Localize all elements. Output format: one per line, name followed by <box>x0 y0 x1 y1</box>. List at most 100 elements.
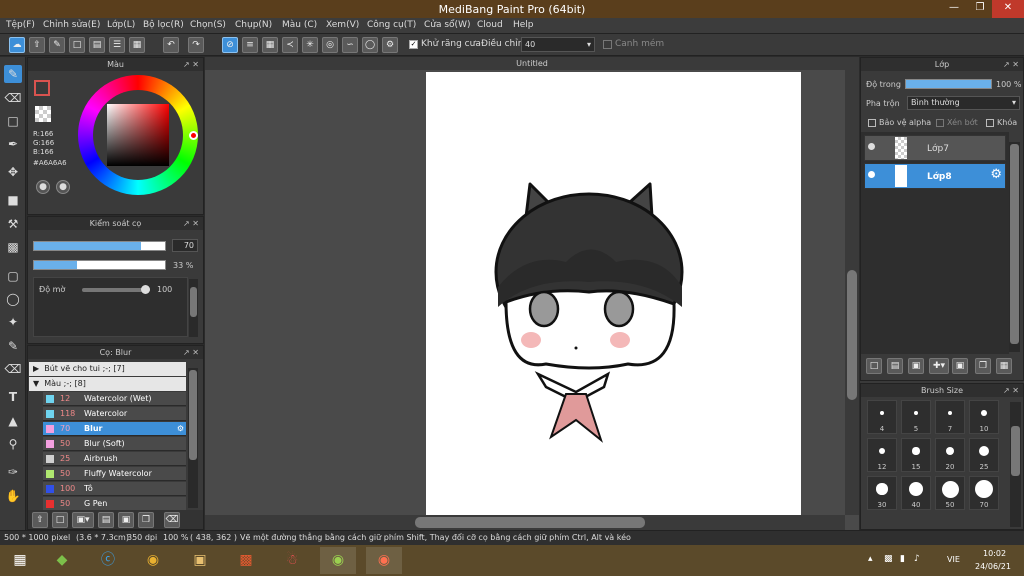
paint-app-icon[interactable]: ☃ <box>274 547 310 574</box>
scrollbar-thumb[interactable] <box>190 287 197 317</box>
brush-size-option[interactable]: 50 <box>935 476 965 510</box>
document-icon[interactable]: ▤ <box>89 37 105 53</box>
comment-icon[interactable]: □ <box>69 37 85 53</box>
brush-size-option[interactable]: 30 <box>867 476 897 510</box>
close-button[interactable]: ✕ <box>992 0 1024 18</box>
windows-start-icon[interactable]: ▦ <box>2 547 38 574</box>
move-tool-icon[interactable]: ✥ <box>4 163 22 181</box>
eye-icon[interactable] <box>868 143 875 150</box>
brush-size-option[interactable]: 25 <box>969 438 999 472</box>
office-icon[interactable]: ▩ <box>228 547 264 574</box>
brush-control-scrollbar[interactable] <box>189 279 198 337</box>
settings-icon[interactable]: ⚙ <box>382 37 398 53</box>
new-layer-icon[interactable]: □ <box>866 358 882 374</box>
circle-snap-icon[interactable]: ◯ <box>362 37 378 53</box>
brush-group[interactable]: ▼ Màu ;-; [8] <box>29 377 186 391</box>
menu-view[interactable]: Xem(V) <box>326 20 359 30</box>
brush-group[interactable]: ▶ Bút vẽ cho tui ;-; [7] <box>29 362 186 376</box>
list-icon[interactable]: ☰ <box>109 37 125 53</box>
blend-select[interactable]: Bình thường ▾ <box>907 96 1020 110</box>
antialias-checkbox[interactable]: ✓ <box>409 40 418 49</box>
medibang-icon[interactable]: ◉ <box>366 547 402 574</box>
new-halftone-layer-icon[interactable]: ▤ <box>887 358 903 374</box>
eye-icon[interactable] <box>868 171 875 178</box>
primary-color-swatch[interactable] <box>34 80 50 96</box>
gradient-tool-icon[interactable]: ▩ <box>4 238 22 256</box>
menu-cloud[interactable]: Cloud <box>477 20 503 30</box>
tray-arrow-icon[interactable]: ▴ <box>868 554 873 564</box>
eraser-tool-icon[interactable]: ⌫ <box>4 89 22 107</box>
add-layer-icon[interactable]: ✚▾ <box>929 358 949 374</box>
brush-cloud-icon[interactable]: ⇧ <box>32 512 48 528</box>
parallel-snap-icon[interactable]: ≡ <box>242 37 258 53</box>
brush-item[interactable]: 12 Watercolor (Wet) <box>43 392 186 406</box>
blur-slider[interactable] <box>82 285 150 294</box>
radial-snap-icon[interactable]: ✳ <box>302 37 318 53</box>
brush-settings-icon[interactable]: ▤ <box>98 512 114 528</box>
brush-opacity-slider[interactable] <box>33 260 166 270</box>
chrome-icon[interactable]: ◉ <box>135 547 171 574</box>
menu-select[interactable]: Chọn(S) <box>190 20 226 30</box>
redo-icon[interactable]: ↷ <box>188 37 204 53</box>
vanish-snap-icon[interactable]: ≺ <box>282 37 298 53</box>
alpha-protect-checkbox[interactable] <box>868 119 876 127</box>
layer-item[interactable]: Lớp8 ⚙ <box>864 163 1006 189</box>
panel-close-icon[interactable]: ↗ ✕ <box>1003 384 1019 397</box>
menu-filter[interactable]: Bộ lọc(R) <box>143 20 184 30</box>
panel-close-icon[interactable]: ↗ ✕ <box>1003 58 1019 71</box>
share-icon[interactable]: ⇧ <box>29 37 45 53</box>
brush-item[interactable]: 50 G Pen <box>43 497 186 510</box>
no-snap-icon[interactable]: ⊘ <box>222 37 238 53</box>
menu-layer[interactable]: Lớp(L) <box>107 20 135 30</box>
menu-capture[interactable]: Chụp(N) <box>235 20 272 30</box>
firealpaca-icon[interactable]: ◉ <box>320 547 356 574</box>
brush-size-slider[interactable] <box>33 241 166 251</box>
transparent-swatch[interactable] <box>35 106 51 122</box>
layer-folder-icon[interactable]: ▣ <box>952 358 968 374</box>
brush-size-option[interactable]: 15 <box>901 438 931 472</box>
menu-file[interactable]: Tệp(F) <box>6 20 35 30</box>
add-brush-icon[interactable]: ▣▾ <box>72 512 94 528</box>
gear-icon[interactable]: ⚙ <box>177 422 184 436</box>
move-pen-icon[interactable]: ✒ <box>4 135 22 153</box>
brush-item[interactable]: 70 Blur ⚙ <box>43 422 186 436</box>
brush-item[interactable]: 50 Blur (Soft) <box>43 437 186 451</box>
drawing-canvas[interactable] <box>426 72 801 515</box>
brush-item[interactable]: 100 Tô <box>43 482 186 496</box>
fill-tool-icon[interactable]: ⚒ <box>4 215 22 233</box>
brush-size-option[interactable]: 7 <box>935 400 965 434</box>
palette-icon[interactable]: ● <box>36 180 50 194</box>
hue-handle[interactable] <box>189 131 198 140</box>
pen-tool-icon[interactable]: ✑ <box>4 463 22 481</box>
scrollbar-thumb[interactable] <box>1011 426 1020 476</box>
scrollbar-thumb[interactable] <box>189 370 197 460</box>
brush-list-scrollbar[interactable] <box>188 368 198 508</box>
canvas-vertical-scrollbar[interactable] <box>845 70 859 515</box>
network-icon[interactable]: ▩ <box>884 554 893 564</box>
clipping-checkbox[interactable] <box>936 119 944 127</box>
palette-add-icon[interactable]: ● <box>56 180 70 194</box>
menu-tools[interactable]: Công cụ(T) <box>367 20 416 30</box>
grid-icon[interactable]: ▦ <box>129 37 145 53</box>
cross-snap-icon[interactable]: ▦ <box>262 37 278 53</box>
layer-item[interactable]: Lớp7 <box>864 135 1006 161</box>
divide-tool-icon[interactable]: ▲ <box>4 412 22 430</box>
brush-size-option[interactable]: 70 <box>969 476 999 510</box>
brush-size-option[interactable]: 10 <box>969 400 999 434</box>
undo-icon[interactable]: ↶ <box>163 37 179 53</box>
menu-window[interactable]: Cửa sổ(W) <box>424 20 470 30</box>
adjust-select[interactable]: 40 ▾ <box>521 37 595 52</box>
battery-icon[interactable]: ▮ <box>900 554 905 564</box>
curve-snap-icon[interactable]: ∽ <box>342 37 358 53</box>
clock-date[interactable]: 24/06/21 <box>975 562 1011 571</box>
duplicate-layer-icon[interactable]: ❐ <box>975 358 991 374</box>
brush-size-value[interactable]: 70 <box>172 239 198 252</box>
dot-tool-icon[interactable]: □ <box>4 112 22 130</box>
panel-close-icon[interactable]: ↗ ✕ <box>183 217 199 230</box>
new-brush-icon[interactable]: □ <box>52 512 68 528</box>
delete-brush-icon[interactable]: ⌫ <box>164 512 180 528</box>
scrollbar-thumb[interactable] <box>847 270 857 400</box>
menu-help[interactable]: Help <box>513 20 534 30</box>
menu-edit[interactable]: Chỉnh sửa(E) <box>43 20 100 30</box>
lasso-tool-icon[interactable]: ◯ <box>4 290 22 308</box>
